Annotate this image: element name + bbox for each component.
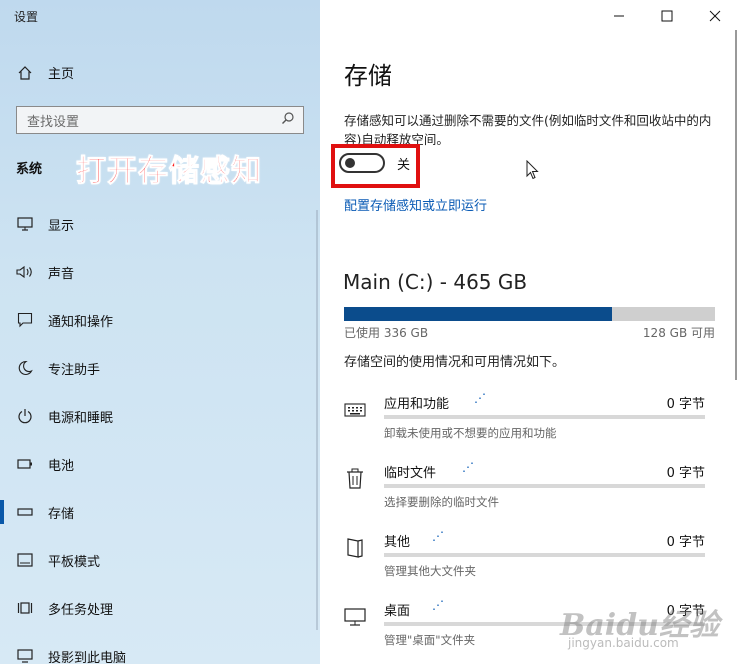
drive-usage-bar [344,307,715,321]
category-subtitle: 管理其他大文件夹 [384,564,476,578]
sidebar-item-label: 平板模式 [48,554,101,570]
sidebar-item-label: 电池 [48,458,75,474]
multitask-icon [16,599,34,617]
maximize-button[interactable] [643,0,691,32]
project-icon [16,647,34,664]
keyboard-icon [344,399,366,421]
category-subtitle: 管理"桌面"文件夹 [384,633,476,647]
loading-spinner-icon: ⋰ [432,529,444,543]
category-usage-bar [384,415,705,419]
home-icon [16,64,34,82]
tablet-icon [16,551,34,569]
storage-icon [16,503,34,521]
drive-usage-fill [344,307,613,321]
drive-title: Main (C:) - 465 GB [343,270,528,294]
category-subtitle: 选择要删除的临时文件 [384,495,499,509]
loading-spinner-icon: ⋰ [462,460,474,474]
sidebar-item-label: 电源和睡眠 [48,410,114,426]
page-title: 存储 [344,62,392,90]
minimize-button[interactable] [595,0,643,32]
sidebar-item-label: 多任务处理 [48,602,114,618]
sidebar-item-project-to-pc[interactable]: 投影到此电脑 [0,636,312,664]
display-icon [16,215,34,233]
category-usage-bar [384,484,705,488]
sidebar-home-label: 主页 [48,67,75,82]
sidebar-item-storage[interactable]: 存储 [0,492,312,532]
sidebar-item-label: 声音 [48,266,75,282]
power-icon [16,407,34,425]
sidebar-item-sound[interactable]: 声音 [0,252,312,292]
configure-storage-sense-link[interactable]: 配置存储感知或立即运行 [344,195,487,214]
section-label-system: 系统 [16,162,43,177]
window-controls [595,0,739,32]
notification-icon [16,311,34,329]
main-scrollbar[interactable] [735,30,737,380]
sidebar-item-tablet-mode[interactable]: 平板模式 [0,540,312,580]
sidebar-home[interactable]: 主页 [16,63,74,82]
moon-icon [16,359,34,377]
folder-icon [344,537,366,559]
category-name: 应用和功能 [384,397,450,412]
monitor-icon [344,606,366,628]
close-button[interactable] [691,0,739,32]
sidebar-item-label: 存储 [48,506,75,522]
category-size: 0 字节 [666,466,705,481]
category-apps-features[interactable]: 应用和功能 ⋰ 0 字节 卸载未使用或不想要的应用和功能 [344,391,715,451]
close-icon [709,10,721,22]
category-size: 0 字节 [666,535,705,550]
usage-description: 存储空间的使用情况和可用情况如下。 [344,355,566,370]
category-name: 临时文件 [384,466,437,481]
sidebar-item-label: 投影到此电脑 [48,650,127,664]
toggle-state-label: 关 [397,157,411,173]
sidebar-item-battery[interactable]: 电池 [0,444,312,484]
drive-used-label: 已使用 336 GB [344,326,429,340]
minimize-icon [614,15,624,17]
sidebar-item-multitasking[interactable]: 多任务处理 [0,588,312,628]
loading-spinner-icon: ⋰ [432,598,444,612]
battery-icon [16,455,34,473]
category-name: 其他 [384,535,411,550]
storage-sense-toggle[interactable] [339,153,385,173]
sidebar-item-power[interactable]: 电源和睡眠 [0,396,312,436]
category-usage-bar [384,553,705,557]
drive-free-label: 128 GB 可用 [642,326,715,340]
category-size: 0 字节 [666,397,705,412]
search-icon[interactable] [281,111,295,129]
category-temporary-files[interactable]: 临时文件 ⋰ 0 字节 选择要删除的临时文件 [344,460,715,520]
search-placeholder: 查找设置 [27,114,80,130]
sidebar-scrollbar[interactable] [316,210,318,630]
category-other[interactable]: 其他 ⋰ 0 字节 管理其他大文件夹 [344,529,715,589]
trash-icon [344,468,366,490]
category-name: 桌面 [384,604,411,619]
loading-spinner-icon: ⋰ [474,391,486,405]
sidebar-item-label: 通知和操作 [48,314,114,330]
watermark-url: jingyan.baidu.com [568,636,679,650]
category-subtitle: 卸载未使用或不想要的应用和功能 [384,426,557,440]
annotation-text: 打开存储感知 [76,154,262,190]
storage-sense-toggle-group[interactable]: 关 [339,153,410,173]
app-title: 设置 [14,10,39,24]
sidebar-item-notifications[interactable]: 通知和操作 [0,300,312,340]
sidebar-item-display[interactable]: 显示 [0,204,312,244]
maximize-icon [661,10,673,22]
mouse-cursor-icon [526,160,539,180]
sidebar-item-focus-assist[interactable]: 专注助手 [0,348,312,388]
speaker-icon [16,263,34,281]
sidebar-item-label: 专注助手 [48,362,101,378]
search-input[interactable]: 查找设置 [16,106,304,134]
sidebar: 设置 主页 查找设置 系统 显示 声音 通知和操作 专注助手 电源和睡眠 电池 … [0,0,320,664]
sidebar-item-label: 显示 [48,218,75,234]
